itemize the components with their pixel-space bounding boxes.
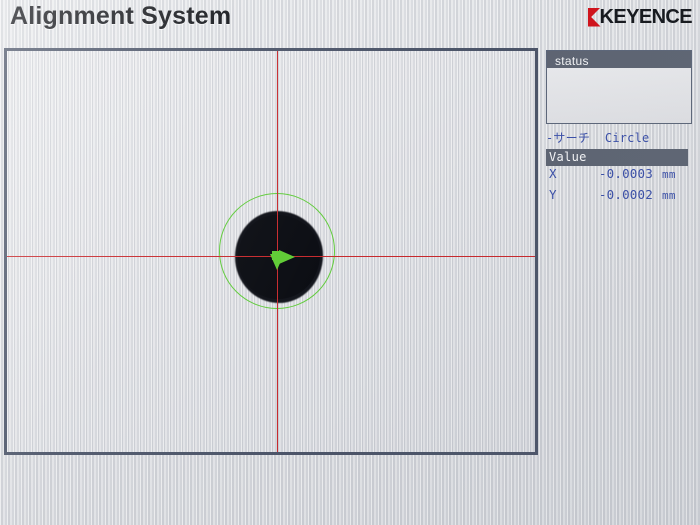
- value-row-y-axis: Y: [549, 187, 557, 202]
- value-row-x: X -0.0003 mm: [546, 166, 692, 187]
- camera-image-viewport[interactable]: [4, 48, 538, 455]
- value-row-x-number: -0.0003: [598, 166, 653, 181]
- value-table-header: Value: [546, 149, 688, 166]
- keyence-logo: KEYENCE: [587, 5, 693, 28]
- search-tool-label: -サーチ: [546, 131, 591, 145]
- value-row-y-number: -0.0002: [598, 187, 653, 202]
- value-row-y-unit: mm: [662, 189, 676, 202]
- value-row-x-axis: X: [549, 166, 557, 181]
- status-box: status: [546, 50, 692, 124]
- value-row-y: Y -0.0002 mm: [546, 187, 692, 208]
- results-side-panel: status -サーチ Circle Value X -0.0003 mm Y …: [546, 50, 692, 208]
- search-tool-type: Circle: [604, 131, 650, 145]
- page-title: Alignment System: [10, 2, 232, 30]
- search-tool-line: -サーチ Circle: [546, 129, 692, 146]
- value-row-x-unit: mm: [662, 168, 676, 181]
- offset-arrow-down-icon: [270, 254, 284, 270]
- alignment-system-screen: Alignment System KEYENCE status -サーチ Cir…: [0, 0, 700, 525]
- status-box-header: status: [547, 51, 691, 68]
- keyence-wordmark: KEYENCE: [599, 5, 693, 28]
- status-box-body: [547, 68, 691, 123]
- search-tool-spacer: [590, 131, 605, 145]
